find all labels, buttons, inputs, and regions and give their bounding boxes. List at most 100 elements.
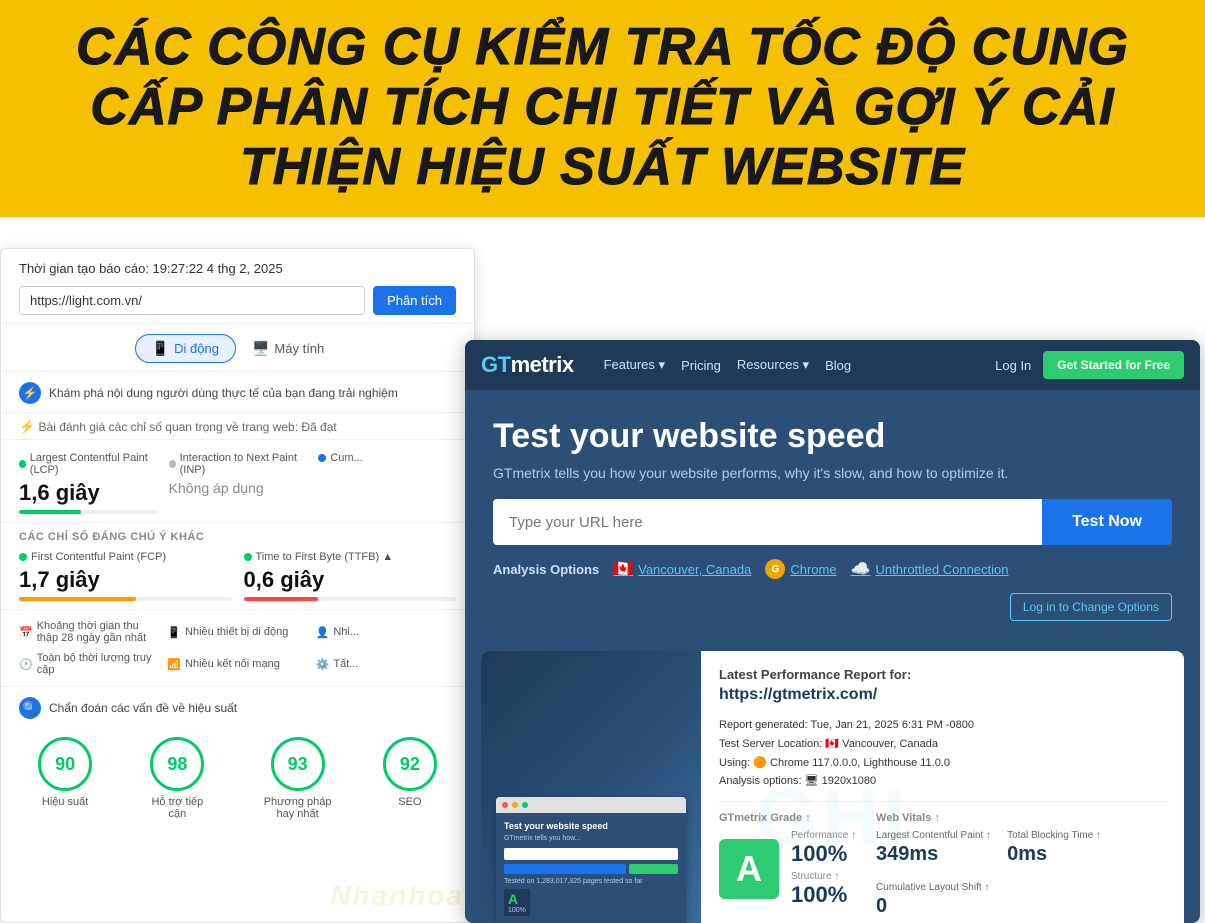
info-item-1: 📅 Khoảng thời gian thu thập 28 ngày gần …	[19, 620, 159, 644]
grade-section: GTmetrix Grade ↑ A Performance ↑ 100% St…	[719, 812, 856, 918]
nav-pricing[interactable]: Pricing	[681, 357, 721, 373]
mobile2-icon: 📱	[167, 626, 181, 639]
tab-desktop[interactable]: 🖥️ Máy tính	[236, 334, 340, 363]
analysis-label: Analysis Options	[493, 562, 599, 577]
analysis-options-row: Analysis Options 🇨🇦 Vancouver, Canada G …	[493, 559, 1172, 621]
analysis-browser[interactable]: G Chrome	[765, 559, 836, 579]
ttfb-dot	[244, 553, 252, 561]
nav-resources[interactable]: Resources ▾	[737, 357, 809, 373]
web-vitals-items: Largest Contentful Paint ↑ 349ms Total B…	[876, 830, 1166, 918]
grade-vitals-inner: GTmetrix Grade ↑ A Performance ↑ 100% St…	[719, 812, 1166, 918]
cloud-icon: ☁️	[851, 559, 871, 579]
ttfb-value: 0,6 giây	[244, 567, 457, 593]
thumb-browser-bar	[496, 797, 686, 813]
get-started-button[interactable]: Get Started for Free	[1043, 351, 1184, 379]
analysis-location[interactable]: 🇨🇦 Vancouver, Canada	[613, 559, 751, 579]
nav-login[interactable]: Log In	[995, 358, 1031, 373]
score-seo: 92 SEO	[383, 737, 437, 820]
web-vitals-label: Web Vitals ↑	[876, 812, 1166, 824]
analysis-connection[interactable]: ☁️ Unthrottled Connection	[851, 559, 1009, 579]
report-meta: Report generated: Tue, Jan 21, 2025 6:31…	[719, 716, 1166, 791]
tab-mobile[interactable]: 📱 Di động	[135, 334, 236, 363]
gtmetrix-report-card: Test your website speed GTmetrix tells y…	[481, 651, 1184, 923]
thumb-dot-yellow	[512, 802, 518, 808]
metrics-row: Largest Contentful Paint (LCP) 1,6 giây …	[1, 440, 474, 523]
nav-features[interactable]: Features ▾	[604, 357, 665, 373]
struct-value: 100%	[791, 882, 856, 908]
desktop-icon: 🖥️	[252, 340, 269, 357]
thumb-dot-red	[502, 802, 508, 808]
diagnose-text: Chẩn đoán các vấn đề về hiệu suất	[49, 701, 237, 715]
ttfb-metric: Time to First Byte (TTFB) ▲ 0,6 giây	[244, 551, 457, 601]
grade-badge: A	[719, 839, 779, 899]
panel-top-bar: Thời gian tạo báo cáo: 19:27:22 4 thg 2,…	[1, 249, 474, 324]
cum-dot	[318, 454, 326, 462]
test-now-button[interactable]: Test Now	[1042, 499, 1172, 545]
diagnose-icon: 🔍	[19, 697, 41, 719]
settings-icon: ⚙️	[316, 658, 330, 671]
thumb-url-bar	[504, 848, 678, 860]
lcp-metric: Largest Contentful Paint (LCP) 1,6 giây	[19, 452, 157, 514]
thumb-inner: Test your website speed GTmetrix tells y…	[496, 797, 686, 923]
meta-analysis: Analysis options: 🖥 1920x1080	[719, 772, 1166, 791]
url-input[interactable]	[19, 286, 365, 315]
perf-struct: Performance ↑ 100% Structure ↑ 100%	[791, 830, 856, 908]
vital-lcp: Largest Contentful Paint ↑ 349ms	[876, 830, 991, 866]
calendar-icon: 📅	[19, 626, 33, 639]
clock-icon: 🕐	[19, 658, 33, 671]
login-options-button[interactable]: Log in to Change Options	[1010, 593, 1172, 621]
report-latest-label: Latest Performance Report for:	[719, 667, 1166, 682]
fcp-value: 1,7 giây	[19, 567, 232, 593]
info-item-6: ⚙️ Tất...	[316, 652, 456, 676]
gtmetrix-search-row: Test Now	[493, 499, 1172, 545]
vital-tbt-value: 0ms	[1007, 843, 1101, 866]
analyze-button[interactable]: Phân tích	[373, 286, 456, 315]
gtmetrix-url-input[interactable]	[493, 499, 1042, 545]
thumb-content: Test your website speed GTmetrix tells y…	[496, 813, 686, 923]
nav-blog[interactable]: Blog	[825, 357, 851, 373]
fcp-bar	[19, 597, 232, 601]
score-circle-performance: 90	[38, 737, 92, 791]
data-info-row: 📅 Khoảng thời gian thu thập 28 ngày gần …	[1, 610, 474, 687]
fcp-metric: First Contentful Paint (FCP) 1,7 giây	[19, 551, 232, 601]
sub-metrics-row: First Contentful Paint (FCP) 1,7 giây Ti…	[1, 547, 474, 610]
thumb-dot-green	[522, 802, 528, 808]
explore-text: Khám phá nội dung người dùng thực tế của…	[49, 386, 398, 400]
inp-metric: Interaction to Next Paint (INP) Không áp…	[169, 452, 307, 514]
header-banner: CÁC CÔNG CỤ KIỂM TRA TỐC ĐỘ CUNG CẤP PHÂ…	[0, 0, 1205, 217]
inp-dot	[169, 460, 176, 468]
canada-flag-icon: 🇨🇦	[613, 559, 633, 579]
perf-label: Performance ↑	[791, 830, 856, 841]
url-bar: Phân tích	[19, 286, 456, 315]
score-accessibility: 98 Hỗ trợ tiếp cận	[142, 737, 212, 820]
score-best-practices: 93 Phương pháp hay nhất	[263, 737, 333, 820]
web-vitals-section: Web Vitals ↑ Largest Contentful Paint ↑ …	[876, 812, 1166, 918]
gtmetrix-logo: GTmetrix	[481, 352, 574, 378]
grade-section-label: GTmetrix Grade ↑	[719, 812, 856, 824]
info-item-4: 🕐 Toàn bộ thời lượng truy cập	[19, 652, 159, 676]
info-item-5: 📶 Nhiều kết nối mạng	[167, 652, 307, 676]
report-url: https://gtmetrix.com/	[719, 686, 1166, 704]
device-tabs: 📱 Di động 🖥️ Máy tính	[1, 324, 474, 372]
ttfb-bar	[244, 597, 457, 601]
other-section-title: CÁC CHỈ SỐ ĐÁNG CHÚ Ý KHÁC	[1, 523, 474, 547]
grade-display: A Performance ↑ 100% Structure ↑ 100%	[719, 830, 856, 908]
lcp-value: 1,6 giây	[19, 480, 157, 506]
report-thumbnail: Test your website speed GTmetrix tells y…	[481, 651, 701, 923]
mobile-icon: 📱	[152, 340, 169, 357]
score-circle-accessibility: 98	[150, 737, 204, 791]
wifi-icon: 📶	[167, 658, 181, 671]
gtmetrix-panel: GTmetrix Features ▾ Pricing Resources ▾ …	[465, 340, 1200, 923]
left-watermark: Nhanhoa	[330, 880, 464, 912]
thumb-title: Test your website speed	[504, 821, 678, 831]
diagnose-section: 🔍 Chẩn đoán các vấn đề về hiệu suất	[1, 687, 474, 727]
scores-row: 90 Hiệu suất 98 Hỗ trợ tiếp cận 93 Phươn…	[1, 727, 474, 830]
score-performance: 90 Hiệu suất	[38, 737, 92, 820]
vital-tbt: Total Blocking Time ↑ 0ms	[1007, 830, 1101, 866]
thumb-btn-blue	[504, 864, 626, 874]
meta-generated: Report generated: Tue, Jan 21, 2025 6:31…	[719, 716, 1166, 735]
report-time: Thời gian tạo báo cáo: 19:27:22 4 thg 2,…	[19, 261, 456, 276]
chrome-icon: G	[765, 559, 785, 579]
info-item-3: 👤 Nhi...	[316, 620, 456, 644]
thumb-btn-green	[629, 864, 678, 874]
